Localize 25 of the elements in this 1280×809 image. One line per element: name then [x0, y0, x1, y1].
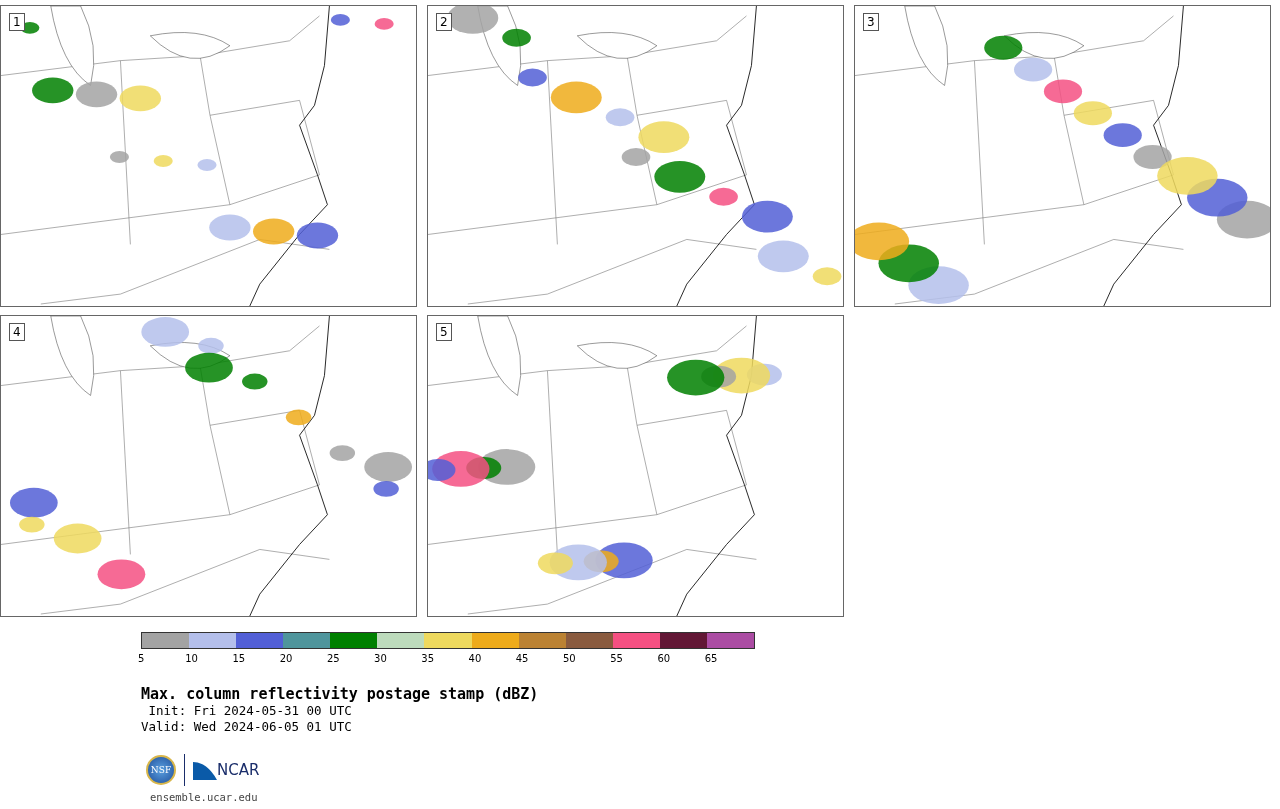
- tick-label: 50: [562, 652, 577, 665]
- tick-label: 25: [326, 652, 341, 665]
- panel-number: 4: [9, 323, 25, 341]
- panel-number: 5: [436, 323, 452, 341]
- tick-label: 35: [421, 652, 436, 665]
- nsf-logo: NSF: [146, 755, 176, 785]
- valid-time: Valid: Wed 2024-06-05 01 UTC: [141, 719, 353, 735]
- panel-number: 1: [9, 13, 25, 31]
- panel-number: 3: [863, 13, 879, 31]
- ncar-logo: NCAR: [217, 761, 260, 779]
- site-address: ensemble.ucar.edu: [150, 791, 259, 803]
- init-time: Init: Fri 2024-05-31 00 UTC: [147, 703, 353, 719]
- tick-label: 10: [185, 652, 199, 665]
- tick-label: 20: [279, 652, 294, 665]
- tick-label: 45: [515, 652, 530, 665]
- swoosh-icon: [193, 760, 217, 780]
- panel-number: 2: [436, 13, 452, 31]
- tick-label: 30: [374, 652, 388, 665]
- tick-label: 40: [468, 652, 483, 665]
- chart-title: Max. column reflectivity postage stamp (dBZ): [141, 685, 540, 703]
- tick-label: 65: [704, 652, 719, 665]
- tick-label: 60: [657, 652, 672, 665]
- tick-label: 5: [138, 652, 146, 665]
- tick-label: 55: [610, 652, 624, 665]
- tick-label: 15: [232, 652, 247, 665]
